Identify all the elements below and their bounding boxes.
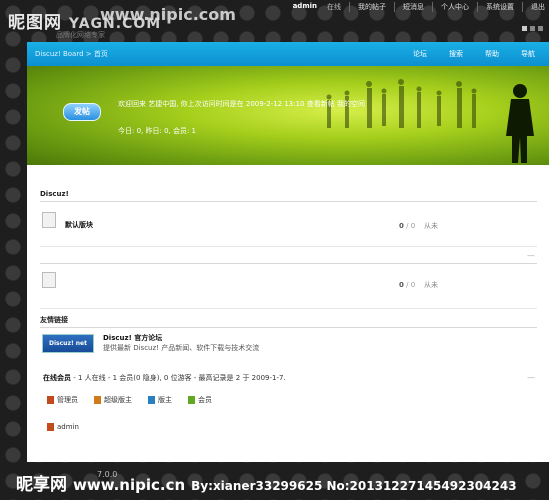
top-menu: admin 在线 我的帖子 短消息 个人中心 系统设置 退出 xyxy=(285,2,549,12)
legend-admin: 管理员 xyxy=(47,395,78,405)
legend-super-mod: 超级版主 xyxy=(94,395,132,405)
admin-icon xyxy=(47,396,54,404)
moderator-icon xyxy=(148,396,155,404)
category-title[interactable]: Discuz! xyxy=(40,187,537,202)
style-dot[interactable] xyxy=(522,26,527,31)
link-title[interactable]: Discuz! 官方论坛 xyxy=(103,333,162,343)
nav-search[interactable]: 搜索 xyxy=(449,49,463,59)
style-dot[interactable] xyxy=(530,26,535,31)
nav-links: 论坛 搜索 帮助 导航 xyxy=(413,49,535,59)
online-summary: 在线会员 - 1 人在线 - 1 会员(0 隐身), 0 位游客 - 最高记录是… xyxy=(43,374,286,382)
forum-icon xyxy=(42,212,56,228)
main-content: Discuz! 默认版块 0 / 0 从未 — 0 / 0 从未 友情链接 Di… xyxy=(27,165,549,462)
forum-row: 默认版块 0 / 0 从未 xyxy=(40,202,537,247)
style-switcher[interactable] xyxy=(522,26,543,31)
online-status: 在线 xyxy=(319,2,350,12)
friend-link-row: Discuz! net Discuz! 官方论坛 提供最新 Discuz! 产品… xyxy=(40,328,537,358)
friend-links-title: 友情链接 xyxy=(40,313,537,328)
member-legend: 管理员 超级版主 版主 会员 xyxy=(47,395,212,405)
nav-forum[interactable]: 论坛 xyxy=(413,49,427,59)
last-post: 从未 xyxy=(424,281,438,289)
nav-bar: Discuz! Board > 首页 论坛 搜索 帮助 导航 xyxy=(27,42,549,67)
nav-help[interactable]: 帮助 xyxy=(485,49,499,59)
member-icon xyxy=(188,396,195,404)
forum-category-discuz: Discuz! 默认版块 0 / 0 从未 xyxy=(40,187,537,247)
collapse-icon[interactable]: — xyxy=(527,251,535,260)
online-label: 在线会员 xyxy=(43,374,71,382)
forum-icon xyxy=(42,272,56,288)
bottom-watermark: 昵享网 www.nipic.cn By:xianer33299625 No:2013… xyxy=(16,475,517,495)
admin-icon xyxy=(47,423,54,431)
nav-navigation[interactable]: 导航 xyxy=(521,49,535,59)
forum-category-2: — 0 / 0 从未 xyxy=(40,249,537,309)
collapse-icon[interactable]: — xyxy=(527,373,535,382)
site-stats: 今日: 0, 昨日: 0, 会员: 1 xyxy=(118,127,197,135)
last-post: 从未 xyxy=(424,222,438,230)
online-member[interactable]: admin xyxy=(47,423,79,431)
forum-counts: 0 / 0 xyxy=(399,222,416,230)
new-post-button[interactable]: 发帖 xyxy=(63,103,101,121)
menu-messages[interactable]: 短消息 xyxy=(395,2,433,12)
logo-subtitle: 品牌化网络专家 xyxy=(56,31,105,39)
business-silhouettes-graphic xyxy=(326,79,534,163)
menu-profile[interactable]: 个人中心 xyxy=(433,2,478,12)
menu-settings[interactable]: 系统设置 xyxy=(478,2,523,12)
welcome-message: 欢迎回来 艺捷中国, 你上次访问时间是在 2009-2-12 13:10 查看新… xyxy=(118,100,365,108)
menu-logout[interactable]: 退出 xyxy=(523,2,549,12)
forum-counts: 0 / 0 xyxy=(399,281,416,289)
category-title-empty xyxy=(40,249,537,264)
username-link[interactable]: admin xyxy=(285,2,319,12)
discuz-logo[interactable]: Discuz! net xyxy=(42,334,94,353)
friend-links-section: 友情链接 Discuz! net Discuz! 官方论坛 提供最新 Discu… xyxy=(40,313,537,358)
menu-my-posts[interactable]: 我的帖子 xyxy=(350,2,395,12)
link-description: 提供最新 Discuz! 产品新闻、软件下载与技术交流 xyxy=(103,344,260,352)
legend-mod: 版主 xyxy=(148,395,172,405)
style-dot[interactable] xyxy=(538,26,543,31)
forum-row: 0 / 0 从未 xyxy=(40,264,537,309)
breadcrumb[interactable]: Discuz! Board > 首页 xyxy=(35,49,108,59)
watermark-url: www.nipic.com xyxy=(100,5,236,24)
super-moderator-icon xyxy=(94,396,101,404)
banner: 发帖 欢迎回来 艺捷中国, 你上次访问时间是在 2009-2-12 13:10 … xyxy=(27,66,549,165)
legend-member: 会员 xyxy=(188,395,212,405)
online-members-section: 在线会员 - 1 人在线 - 1 会员(0 隐身), 0 位游客 - 最高记录是… xyxy=(40,373,537,453)
forum-name[interactable]: 默认版块 xyxy=(65,220,93,230)
